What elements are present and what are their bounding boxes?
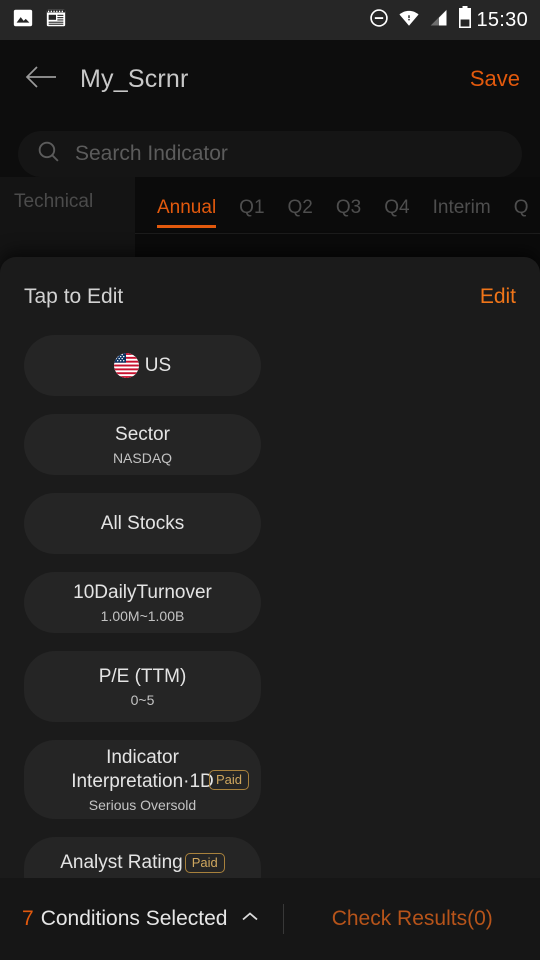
tab-q1[interactable]: Q1 <box>239 197 264 228</box>
app-bar: My_Scrnr Save <box>0 40 540 118</box>
paid-badge: Paid <box>184 853 225 873</box>
status-bar-right-icons <box>369 6 472 34</box>
edit-button[interactable]: Edit <box>480 285 516 309</box>
chip-label: US <box>144 354 172 376</box>
chip-label-row: Analyst Rating Paid <box>60 851 225 875</box>
chip-value: 1.00M~1.00B <box>100 608 185 624</box>
wifi-icon <box>398 8 420 33</box>
condition-chip-grid: US Sector NASDAQ All Stocks 10DailyTurno… <box>0 335 540 908</box>
sheet-title: Tap to Edit <box>24 285 124 308</box>
chip-value: NASDAQ <box>112 450 173 466</box>
chip-label: All Stocks <box>100 512 185 534</box>
chevron-up-icon <box>241 910 259 928</box>
condition-chip-daily-turnover[interactable]: 10DailyTurnover 1.00M~1.00B <box>24 572 261 633</box>
tab-q4[interactable]: Q4 <box>384 197 409 228</box>
status-bar-left-icons <box>12 7 67 34</box>
check-results-button[interactable]: Check Results(0) <box>284 907 540 931</box>
conditions-count: 7 <box>22 907 34 930</box>
chip-label: Analyst Rating <box>60 852 183 873</box>
search-icon <box>36 139 61 169</box>
tab-q3[interactable]: Q3 <box>336 197 361 228</box>
search-input[interactable]: Search Indicator <box>18 131 522 177</box>
status-bar-clock: 15:30 <box>476 8 528 31</box>
chip-label: 10DailyTurnover <box>73 582 212 603</box>
chip-label: Sector <box>115 424 170 445</box>
cellular-signal-icon <box>429 8 449 33</box>
tab-q2[interactable]: Q2 <box>288 197 313 228</box>
status-bar: 15:30 <box>0 0 540 40</box>
save-button[interactable]: Save <box>470 66 520 92</box>
chip-value: Serious Oversold <box>88 797 197 813</box>
tab-bar-divider <box>135 233 540 234</box>
back-button[interactable] <box>20 58 62 100</box>
tab-annual[interactable]: Annual <box>157 197 217 228</box>
conditions-selected-toggle[interactable]: 7 Conditions Selected <box>0 907 259 931</box>
tab-q-overflow[interactable]: Q <box>514 197 529 228</box>
search-placeholder: Search Indicator <box>75 142 228 165</box>
condition-chip-pe-ttm[interactable]: P/E (TTM) 0~5 <box>24 651 261 722</box>
battery-icon <box>458 6 472 34</box>
condition-chip-market[interactable]: US <box>24 335 261 396</box>
tab-interim[interactable]: Interim <box>433 197 491 228</box>
do-not-disturb-icon <box>369 8 389 33</box>
back-arrow-icon <box>24 64 58 95</box>
chip-label-row: US <box>113 353 172 378</box>
us-flag-icon <box>113 353 139 378</box>
page-title: My_Scrnr <box>80 64 189 93</box>
sheet-header: Tap to Edit Edit <box>0 257 540 309</box>
conditions-label: Conditions Selected <box>40 907 228 930</box>
condition-chip-sector[interactable]: Sector NASDAQ <box>24 414 261 475</box>
bottom-action-bar: 7 Conditions Selected Check Results(0) <box>0 878 540 960</box>
screen-root: 15:30 My_Scrnr Save Search Indicator Tec… <box>0 0 540 960</box>
sidebar-item-technical[interactable]: Technical <box>14 185 135 219</box>
condition-chip-all-stocks[interactable]: All Stocks <box>24 493 261 554</box>
chip-label: P/E (TTM) <box>98 666 187 687</box>
selected-conditions-sheet: Tap to Edit Edit US Sector NASDAQ All St… <box>0 257 540 908</box>
paid-badge: Paid <box>208 769 249 790</box>
condition-chip-indicator-interpretation[interactable]: Indicator Interpretation·1D Serious Over… <box>24 740 261 819</box>
news-icon <box>45 7 67 34</box>
image-icon <box>12 7 34 34</box>
chip-value: 0~5 <box>130 692 155 708</box>
